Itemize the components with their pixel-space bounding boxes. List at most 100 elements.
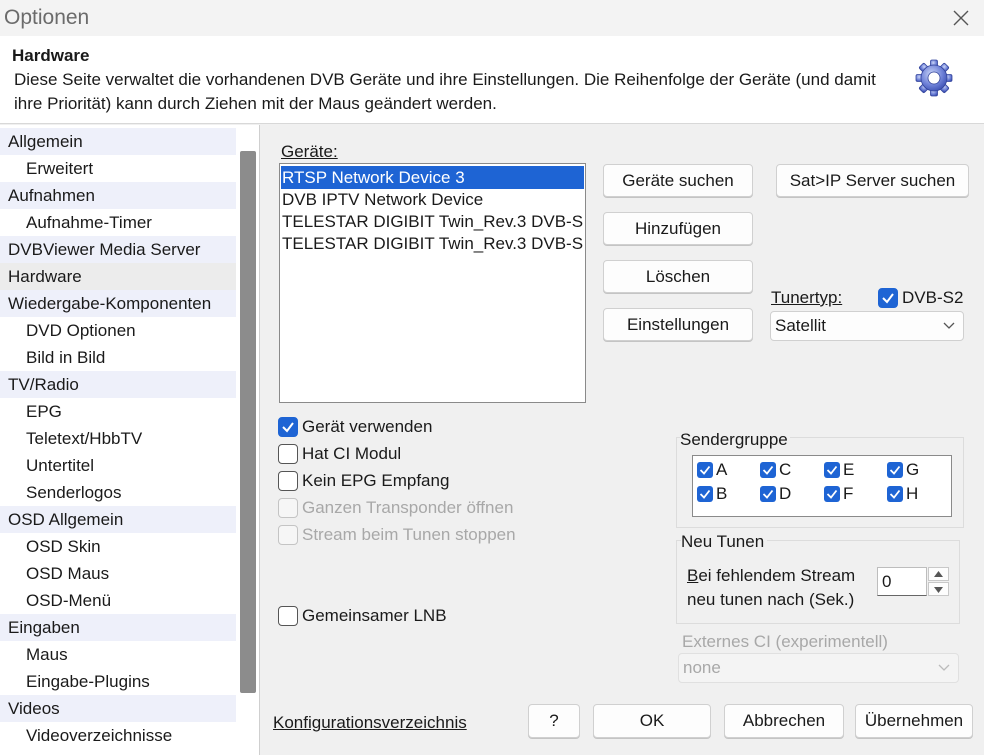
settings-button[interactable]: Einstellungen	[603, 308, 753, 341]
sidebar-item[interactable]: Eingaben	[0, 614, 236, 641]
close-icon	[953, 10, 969, 26]
no-epg-label: Kein EPG Empfang	[302, 471, 450, 490]
delete-button[interactable]: Löschen	[603, 260, 753, 293]
sidebar-item[interactable]: Senderlogos	[0, 479, 236, 506]
device-list-item[interactable]: DVB IPTV Network Device	[281, 188, 584, 211]
sidebar-item[interactable]: Aufnahme-Timer	[0, 209, 236, 236]
sidebar-item[interactable]: OSD Skin	[0, 533, 236, 560]
title-bar: Optionen	[0, 0, 984, 36]
sendergruppe-letter: E	[843, 460, 855, 479]
tuner-type-select[interactable]: Satellit	[770, 311, 964, 341]
externes-ci-value: none	[683, 658, 721, 677]
sendergruppe-checkbox[interactable]: B	[697, 482, 727, 506]
sendergruppe-letter: B	[716, 484, 728, 503]
sendergruppe-checkbox[interactable]: E	[824, 458, 854, 482]
page-title: Hardware	[12, 46, 90, 65]
sidebar-nav: Videoverzeichnisse Videos Eingabe-Plugins M…	[0, 125, 260, 755]
spin-down-button[interactable]	[928, 582, 949, 596]
neu-tunen-desc-line2: neu tunen nach (Sek.)	[687, 590, 855, 609]
sidebar-item[interactable]: Videoverzeichnisse	[0, 722, 236, 749]
sidebar-item[interactable]: DVBViewer Media Server	[0, 236, 236, 263]
apply-button[interactable]: Übernehmen	[855, 704, 973, 738]
close-button[interactable]	[944, 2, 978, 34]
cancel-button[interactable]: Abbrechen	[724, 704, 844, 738]
use-device-checkbox[interactable]: Gerät verwenden	[278, 415, 432, 439]
device-list-item[interactable]: TELESTAR DIGIBIT Twin_Rev.3 DVB-S 2	[281, 232, 584, 255]
arrow-down-icon	[934, 587, 943, 593]
sidebar-item[interactable]: Untertitel	[0, 452, 236, 479]
sidebar-scrollbar-thumb[interactable]	[240, 151, 256, 693]
stop-stream-checkbox: Stream beim Tunen stoppen	[278, 523, 516, 547]
sidebar-item[interactable]: DVD Optionen	[0, 317, 236, 344]
page-header: Hardware Diese Seite verwaltet die vorha…	[0, 36, 984, 124]
sidebar-item[interactable]: Erweitert	[0, 155, 236, 182]
arrow-up-icon	[934, 571, 943, 577]
sidebar-item[interactable]: Eingabe-Plugins	[0, 668, 236, 695]
devices-label: Geräte:	[281, 142, 338, 161]
no-epg-checkbox[interactable]: Kein EPG Empfang	[278, 469, 449, 493]
sidebar-item[interactable]: Bild in Bild	[0, 344, 236, 371]
config-directory-link[interactable]: Konfigurationsverzeichnis	[273, 713, 467, 733]
sidebar-item[interactable]: EPG	[0, 398, 236, 425]
sendergruppe-letter: H	[906, 484, 919, 503]
checkbox-checked-icon	[878, 288, 898, 308]
sidebar-item[interactable]: OSD Allgemein	[0, 506, 236, 533]
checkbox-checked-icon	[760, 486, 776, 502]
sidebar-item[interactable]: OSD-Menü	[0, 587, 236, 614]
checkbox-checked-icon	[887, 462, 903, 478]
sendergruppe-checkbox[interactable]: F	[824, 482, 853, 506]
open-transponder-label: Ganzen Transponder öffnen	[302, 498, 514, 517]
chevron-down-icon	[938, 664, 950, 671]
sidebar-item[interactable]: Aufnahmen	[0, 182, 236, 209]
ci-module-label: Hat CI Modul	[302, 444, 402, 463]
ok-button[interactable]: OK	[593, 704, 711, 738]
device-list-item[interactable]: RTSP Network Device 3	[281, 166, 584, 189]
checkbox-unchecked-icon	[278, 444, 298, 464]
sendergruppe-letter: A	[716, 460, 728, 479]
dvbs2-label: DVB-S2	[902, 288, 964, 307]
devices-list[interactable]: RTSP Network Device 3 DVB IPTV Network De…	[279, 163, 586, 403]
checkbox-unchecked-icon	[278, 471, 298, 491]
help-button[interactable]: ?	[528, 704, 580, 738]
sendergruppe-letter: C	[779, 460, 792, 479]
neu-tunen-desc-line1: Bei fehlendem Stream	[687, 566, 856, 585]
search-satip-button[interactable]: Sat>IP Server suchen	[776, 164, 969, 197]
checkbox-disabled-icon	[278, 498, 298, 518]
checkbox-checked-icon	[697, 486, 713, 502]
sendergruppe-letter: D	[779, 484, 792, 503]
sidebar-item[interactable]: Hardware	[0, 263, 236, 290]
gear-icon	[915, 59, 953, 97]
sendergruppe-checkbox[interactable]: H	[887, 482, 918, 506]
ci-module-checkbox[interactable]: Hat CI Modul	[278, 442, 401, 466]
sendergruppe-letter: G	[906, 460, 920, 479]
dvbs2-checkbox[interactable]: DVB-S2	[878, 286, 963, 310]
neu-tunen-label: Neu Tunen	[681, 532, 768, 552]
checkbox-checked-icon	[697, 462, 713, 478]
sidebar-item[interactable]: Teletext/HbbTV	[0, 425, 236, 452]
sidebar-item[interactable]: TV/Radio	[0, 371, 236, 398]
device-list-item[interactable]: TELESTAR DIGIBIT Twin_Rev.3 DVB-S 1	[281, 210, 584, 233]
checkbox-checked-icon	[278, 417, 298, 437]
sendergruppe-checkbox[interactable]: A	[697, 458, 727, 482]
sendergruppe-checkbox[interactable]: C	[760, 458, 791, 482]
shared-lnb-label: Gemeinsamer LNB	[302, 606, 447, 625]
neu-tunen-seconds-input[interactable]: 0	[877, 567, 927, 596]
tuner-type-value: Satellit	[775, 316, 827, 335]
page-description: Diese Seite verwaltet die vorhandenen DV…	[14, 70, 876, 113]
sendergruppe-checkbox[interactable]: G	[887, 458, 919, 482]
checkbox-disabled-icon	[278, 525, 298, 545]
stop-stream-label: Stream beim Tunen stoppen	[302, 525, 516, 544]
checkbox-checked-icon	[824, 486, 840, 502]
sidebar-item[interactable]: Allgemein	[0, 128, 236, 155]
sidebar-item[interactable]: Maus	[0, 641, 236, 668]
sidebar-item[interactable]: OSD Maus	[0, 560, 236, 587]
sidebar-item[interactable]: Wiedergabe-Komponenten	[0, 290, 236, 317]
spin-up-button[interactable]	[928, 567, 949, 581]
search-devices-button[interactable]: Geräte suchen	[603, 164, 753, 197]
sendergruppe-checkbox[interactable]: D	[760, 482, 791, 506]
sidebar-item[interactable]: Videos	[0, 695, 236, 722]
shared-lnb-checkbox[interactable]: Gemeinsamer LNB	[278, 604, 447, 628]
sendergruppe-list: A C E G B D F H	[692, 455, 952, 517]
checkbox-checked-icon	[887, 486, 903, 502]
add-button[interactable]: Hinzufügen	[603, 212, 753, 245]
